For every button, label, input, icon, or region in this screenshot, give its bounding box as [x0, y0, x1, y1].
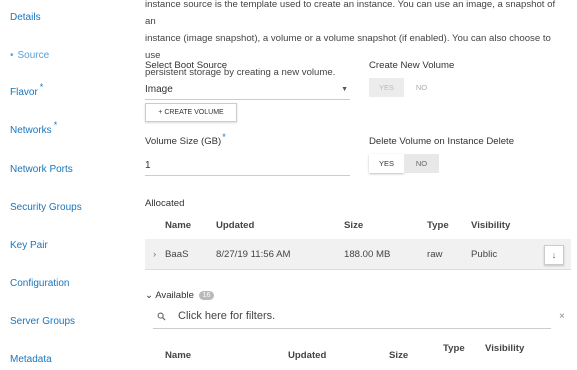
available-col-updated: Updated: [288, 350, 327, 361]
available-col-type: Type: [443, 343, 465, 354]
description-line: instance source is the template used to …: [145, 0, 556, 27]
chevron-down-icon: ⌄: [145, 290, 154, 301]
deallocate-arrow-icon[interactable]: ↓: [544, 245, 564, 265]
sidebar-item-label: Flavor: [10, 87, 38, 98]
filter-bar[interactable]: Click here for filters.: [153, 309, 551, 329]
volume-size-label-text: Volume Size (GB): [145, 136, 222, 147]
sidebar-item-details[interactable]: Details: [10, 12, 41, 23]
delete-volume-toggle: YES NO: [369, 154, 439, 173]
row-size: 188.00 MB: [344, 249, 391, 260]
create-volume-button[interactable]: + CREATE VOLUME: [145, 103, 237, 122]
available-col-size: Size: [389, 350, 409, 361]
required-marker: *: [222, 132, 226, 142]
volume-size-label: Volume Size (GB)*: [145, 132, 226, 147]
sidebar-item-key-pair[interactable]: Key Pair: [10, 240, 48, 251]
row-type: raw: [427, 249, 443, 260]
allocated-col-visibility: Visibility: [471, 220, 511, 231]
available-section-toggle[interactable]: ⌄ Available 16: [145, 290, 215, 301]
required-marker: *: [53, 120, 58, 130]
chevron-down-icon: ▼: [341, 86, 348, 93]
allocated-col-size: Size: [344, 220, 364, 231]
clear-filter-icon[interactable]: ×: [559, 311, 565, 322]
available-title: Available: [155, 290, 194, 301]
boot-source-select[interactable]: Image ▼: [145, 80, 350, 100]
sidebar-item-server-groups[interactable]: Server Groups: [10, 316, 75, 327]
available-col-name: Name: [165, 350, 192, 361]
boot-source-label: Select Boot Source: [145, 60, 228, 71]
sidebar-item-label: Details: [10, 12, 41, 23]
row-visibility: Public: [471, 249, 498, 260]
description-line: instance (image snapshot), a volume or a…: [145, 33, 551, 61]
delete-volume-label: Delete Volume on Instance Delete: [369, 136, 515, 147]
delete-volume-yes-option[interactable]: YES: [369, 154, 404, 173]
search-icon: [157, 312, 166, 321]
available-count-badge: 16: [198, 291, 215, 300]
volume-size-value: 1: [145, 160, 151, 171]
sidebar-item-label: Source: [17, 50, 50, 61]
required-marker: *: [39, 82, 44, 92]
sidebar-item-networks[interactable]: Networks *: [10, 120, 57, 136]
sidebar-item-label: Security Groups: [10, 202, 82, 213]
create-volume-yes-option[interactable]: YES: [369, 78, 404, 97]
sidebar-item-network-ports[interactable]: Network Ports: [10, 164, 73, 175]
row-name: BaaS: [165, 249, 189, 260]
allocated-col-updated: Updated: [216, 220, 255, 231]
row-updated: 8/27/19 11:56 AM: [216, 249, 291, 260]
active-marker: •: [10, 50, 14, 61]
sidebar-item-label: Network Ports: [10, 164, 73, 175]
sidebar-item-label: Metadata: [10, 354, 52, 365]
allocated-col-type: Type: [427, 220, 449, 231]
wizard-sidebar: Details • Source Flavor * Networks * Networ…: [0, 0, 128, 370]
filter-placeholder: Click here for filters.: [178, 310, 276, 322]
sidebar-item-flavor[interactable]: Flavor *: [10, 82, 43, 98]
sidebar-item-configuration[interactable]: Configuration: [10, 278, 69, 289]
create-new-volume-toggle: YES NO: [369, 78, 439, 97]
sidebar-item-source[interactable]: • Source: [10, 50, 49, 61]
boot-source-value: Image: [145, 84, 173, 95]
sidebar-item-security-groups[interactable]: Security Groups: [10, 202, 82, 213]
source-step-panel: instance source is the template used to …: [145, 0, 577, 370]
expand-row-icon[interactable]: ›: [153, 249, 156, 260]
create-new-volume-label: Create New Volume: [369, 60, 455, 71]
allocated-title: Allocated: [145, 198, 185, 209]
sidebar-item-metadata[interactable]: Metadata: [10, 354, 52, 365]
allocated-col-name: Name: [165, 220, 192, 231]
sidebar-item-label: Networks: [10, 125, 52, 136]
sidebar-item-label: Key Pair: [10, 240, 48, 251]
create-volume-no-option[interactable]: NO: [404, 78, 439, 97]
sidebar-item-label: Server Groups: [10, 316, 76, 327]
sidebar-item-label: Configuration: [10, 278, 70, 289]
volume-size-input[interactable]: 1: [145, 154, 350, 176]
delete-volume-no-option[interactable]: NO: [404, 154, 439, 173]
available-col-visibility: Visibility: [485, 343, 525, 354]
table-row: › BaaS 8/27/19 11:56 AM 188.00 MB raw Pu…: [145, 239, 571, 270]
